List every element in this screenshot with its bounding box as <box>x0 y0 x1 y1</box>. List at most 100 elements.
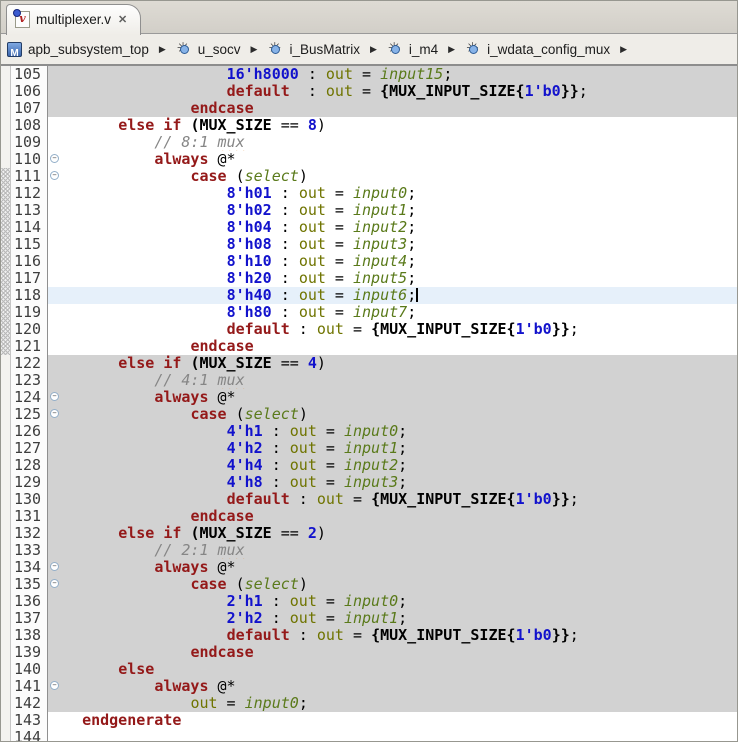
line-number[interactable]: 120 <box>11 321 48 338</box>
line-number[interactable]: 117 <box>11 270 48 287</box>
code-line-body[interactable]: default : out = {MUX_INPUT_SIZE{1'b0}}; <box>48 491 737 508</box>
line-number[interactable]: 137 <box>11 610 48 627</box>
code-line-body[interactable]: default : out = {MUX_INPUT_SIZE{1'b0}}; <box>48 83 737 100</box>
code-line-body[interactable]: endcase <box>48 644 737 661</box>
line-number[interactable]: 111 <box>11 168 48 185</box>
line-number[interactable]: 114 <box>11 219 48 236</box>
code-line-body[interactable]: − always @* <box>48 678 737 695</box>
line-number[interactable]: 133 <box>11 542 48 559</box>
line-number[interactable]: 113 <box>11 202 48 219</box>
code-line-body[interactable]: 4'h4 : out = input2; <box>48 457 737 474</box>
line-number[interactable]: 135 <box>11 576 48 593</box>
fold-collapse-icon[interactable]: − <box>50 392 59 401</box>
code-line-body[interactable]: 2'h2 : out = input1; <box>48 610 737 627</box>
breadcrumb-item-apb_subsystem_top[interactable]: apb_subsystem_top <box>7 41 149 57</box>
code-line-body[interactable]: endgenerate <box>48 712 737 729</box>
line-number[interactable]: 125 <box>11 406 48 423</box>
code-line-body[interactable]: − case (select) <box>48 168 737 185</box>
code-text: // 2:1 mux <box>154 542 245 559</box>
code-line-body[interactable]: − case (select) <box>48 576 737 593</box>
line-number[interactable]: 140 <box>11 661 48 678</box>
line-number[interactable]: 123 <box>11 372 48 389</box>
code-line-body[interactable]: else <box>48 661 737 678</box>
code-line-127: 127 4'h2 : out = input1; <box>1 440 737 457</box>
line-number[interactable]: 142 <box>11 695 48 712</box>
line-number[interactable]: 132 <box>11 525 48 542</box>
code-line-body[interactable]: 8'h01 : out = input0; <box>48 185 737 202</box>
code-line-body[interactable]: out = input0; <box>48 695 737 712</box>
line-number[interactable]: 136 <box>11 593 48 610</box>
line-number[interactable]: 141 <box>11 678 48 695</box>
fold-collapse-icon[interactable]: − <box>50 171 59 180</box>
line-number[interactable]: 105 <box>11 66 48 83</box>
breadcrumb-item-i_m4[interactable]: i_m4 <box>387 41 438 57</box>
code-line-body[interactable]: 16'h8000 : out = input15; <box>48 66 737 83</box>
breadcrumb-item-i_BusMatrix[interactable]: i_BusMatrix <box>267 41 360 57</box>
line-number[interactable]: 122 <box>11 355 48 372</box>
line-number[interactable]: 108 <box>11 117 48 134</box>
breadcrumb-item-i_wdata_config_mux[interactable]: i_wdata_config_mux <box>465 41 610 57</box>
line-number[interactable]: 112 <box>11 185 48 202</box>
instance-icon <box>176 41 192 57</box>
code-line-body[interactable]: 8'h04 : out = input2; <box>48 219 737 236</box>
code-line-body[interactable]: endcase <box>48 338 737 355</box>
fold-collapse-icon[interactable]: − <box>50 409 59 418</box>
fold-collapse-icon[interactable]: − <box>50 562 59 571</box>
tab-multiplexer-v[interactable]: v multiplexer.v ✕ <box>6 4 142 35</box>
code-line-body[interactable]: 8'h40 : out = input6; <box>48 287 737 304</box>
code-line-body[interactable]: // 8:1 mux <box>48 134 737 151</box>
line-number[interactable]: 144 <box>11 729 48 741</box>
line-number[interactable]: 106 <box>11 83 48 100</box>
code-line-body[interactable]: // 2:1 mux <box>48 542 737 559</box>
line-number[interactable]: 121 <box>11 338 48 355</box>
line-number[interactable]: 126 <box>11 423 48 440</box>
line-number[interactable]: 127 <box>11 440 48 457</box>
code-line-body[interactable]: 4'h2 : out = input1; <box>48 440 737 457</box>
line-number[interactable]: 115 <box>11 236 48 253</box>
line-number[interactable]: 130 <box>11 491 48 508</box>
close-icon[interactable]: ✕ <box>117 13 128 26</box>
code-line-body[interactable]: else if (MUX_SIZE == 2) <box>48 525 737 542</box>
line-number[interactable]: 124 <box>11 389 48 406</box>
code-line-body[interactable]: 8'h08 : out = input3; <box>48 236 737 253</box>
line-number[interactable]: 109 <box>11 134 48 151</box>
line-number[interactable]: 119 <box>11 304 48 321</box>
fold-collapse-icon[interactable]: − <box>50 579 59 588</box>
code-line-body[interactable]: default : out = {MUX_INPUT_SIZE{1'b0}}; <box>48 627 737 644</box>
line-number[interactable]: 143 <box>11 712 48 729</box>
line-number[interactable]: 110 <box>11 151 48 168</box>
line-number[interactable]: 128 <box>11 457 48 474</box>
line-number[interactable]: 134 <box>11 559 48 576</box>
editor-tab-bar: v multiplexer.v ✕ <box>1 1 737 35</box>
code-line-body[interactable]: 2'h1 : out = input0; <box>48 593 737 610</box>
code-line-body[interactable]: − always @* <box>48 389 737 406</box>
code-line-body[interactable]: 8'h80 : out = input7; <box>48 304 737 321</box>
line-number[interactable]: 138 <box>11 627 48 644</box>
code-line-body[interactable] <box>48 729 737 741</box>
code-line-body[interactable]: else if (MUX_SIZE == 8) <box>48 117 737 134</box>
fold-collapse-icon[interactable]: − <box>50 154 59 163</box>
code-line-body[interactable]: endcase <box>48 100 737 117</box>
line-number[interactable]: 131 <box>11 508 48 525</box>
code-line-body[interactable]: 4'h8 : out = input3; <box>48 474 737 491</box>
line-number[interactable]: 139 <box>11 644 48 661</box>
code-text: 4'h1 : out = input0; <box>226 423 408 440</box>
fold-collapse-icon[interactable]: − <box>50 681 59 690</box>
line-number[interactable]: 129 <box>11 474 48 491</box>
code-line-body[interactable]: default : out = {MUX_INPUT_SIZE{1'b0}}; <box>48 321 737 338</box>
code-line-body[interactable]: − case (select) <box>48 406 737 423</box>
code-line-139: 139 endcase <box>1 644 737 661</box>
code-line-body[interactable]: − always @* <box>48 559 737 576</box>
code-line-body[interactable]: 8'h20 : out = input5; <box>48 270 737 287</box>
breadcrumb-item-u_socv[interactable]: u_socv <box>176 41 241 57</box>
code-line-body[interactable]: endcase <box>48 508 737 525</box>
code-line-body[interactable]: 8'h10 : out = input4; <box>48 253 737 270</box>
code-line-body[interactable]: else if (MUX_SIZE == 4) <box>48 355 737 372</box>
code-line-body[interactable]: // 4:1 mux <box>48 372 737 389</box>
code-line-body[interactable]: 8'h02 : out = input1; <box>48 202 737 219</box>
line-number[interactable]: 116 <box>11 253 48 270</box>
code-line-body[interactable]: 4'h1 : out = input0; <box>48 423 737 440</box>
line-number[interactable]: 107 <box>11 100 48 117</box>
line-number[interactable]: 118 <box>11 287 48 304</box>
code-line-body[interactable]: − always @* <box>48 151 737 168</box>
